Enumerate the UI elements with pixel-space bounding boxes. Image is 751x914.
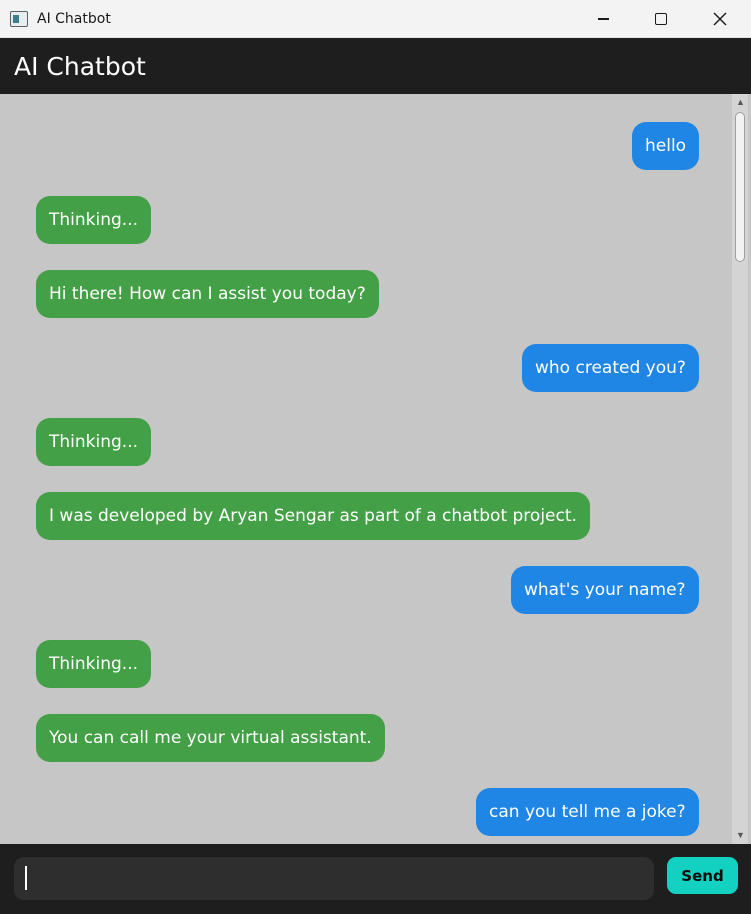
chat-scrollbar[interactable]: ▲ ▼: [732, 94, 748, 844]
user-message-bubble: hello: [632, 122, 700, 170]
minimize-icon: [597, 18, 609, 20]
scrollbar-thumb[interactable]: [735, 112, 745, 262]
maximize-button[interactable]: [632, 0, 690, 38]
bot-message-bubble: You can call me your virtual assistant.: [36, 714, 385, 762]
send-button[interactable]: Send: [667, 857, 738, 894]
bot-message-bubble: Hi there! How can I assist you today?: [36, 270, 379, 318]
app-window-icon: [10, 11, 28, 27]
bot-message-bubble: Thinking...: [36, 418, 152, 466]
message-input-bar: Send: [0, 844, 751, 914]
user-message-bubble: who created you?: [522, 344, 699, 392]
app-title: AI Chatbot: [14, 52, 146, 81]
app-header: AI Chatbot: [0, 38, 751, 94]
chat-messages-area: hello Thinking... Hi there! How can I as…: [0, 94, 751, 844]
minimize-button[interactable]: [574, 0, 632, 38]
scroll-up-icon[interactable]: ▲: [736, 98, 745, 107]
close-button[interactable]: [691, 0, 749, 38]
scroll-down-icon[interactable]: ▼: [736, 831, 745, 840]
user-message-bubble: what's your name?: [511, 566, 699, 614]
maximize-icon: [655, 13, 667, 25]
message-input[interactable]: [14, 857, 654, 900]
bot-message-bubble: I was developed by Aryan Sengar as part …: [36, 492, 590, 540]
window-titlebar: AI Chatbot: [0, 0, 751, 38]
bot-message-bubble: Thinking...: [36, 196, 152, 244]
window-title: AI Chatbot: [37, 11, 111, 27]
close-icon: [713, 12, 727, 26]
text-cursor: [25, 866, 27, 890]
user-message-bubble: can you tell me a joke?: [476, 788, 699, 836]
bot-message-bubble: Thinking...: [36, 640, 152, 688]
